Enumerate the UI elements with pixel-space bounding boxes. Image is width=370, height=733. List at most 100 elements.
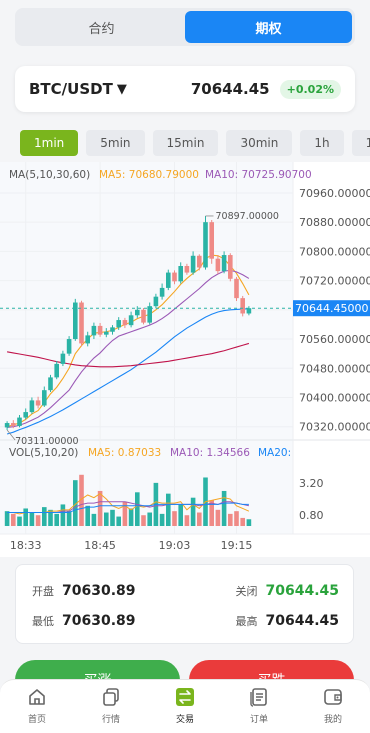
volume-bar bbox=[197, 512, 202, 526]
volume-bar bbox=[184, 515, 190, 526]
volume-bar bbox=[234, 511, 239, 526]
tab-contract[interactable]: 合约 bbox=[18, 11, 185, 43]
volume-bar bbox=[60, 504, 66, 526]
kline-chart[interactable]: 70960.00000 70880.00000 70800.00000 70720.0… bbox=[0, 162, 370, 557]
volume-bar bbox=[240, 517, 245, 526]
volume-bar bbox=[135, 492, 140, 526]
candle-body bbox=[203, 222, 208, 268]
volume-bar bbox=[91, 513, 97, 526]
price-tick-label: 70880.00000 bbox=[299, 216, 370, 229]
candle-body bbox=[166, 272, 171, 288]
low-value: 70630.89 bbox=[62, 613, 136, 629]
volume-bar bbox=[29, 512, 35, 526]
vol-ma10-value: MA10: 1.34566 bbox=[170, 447, 250, 459]
candle-body bbox=[240, 298, 245, 314]
nav-item-home[interactable]: 首页 bbox=[0, 680, 74, 733]
price-tick-label: 70800.00000 bbox=[299, 245, 370, 258]
contract-type-tabs: 合约 期权 bbox=[15, 8, 355, 46]
last-price-label: 70644.45000 bbox=[295, 302, 368, 315]
candle-body bbox=[66, 339, 72, 354]
candle-body bbox=[172, 272, 177, 282]
volume-bar bbox=[42, 507, 47, 526]
volume-tick-label: 0.80 bbox=[299, 509, 324, 522]
nav-label: 订单 bbox=[249, 715, 268, 725]
pair-selector[interactable]: BTC/USDT ▼ 70644.45 +0.02% bbox=[15, 66, 355, 112]
low-price-label: 70311.00000 bbox=[15, 436, 78, 447]
candle-body bbox=[48, 377, 53, 391]
candle-body bbox=[153, 296, 159, 307]
candle-body bbox=[141, 309, 146, 323]
volume-bar bbox=[54, 513, 59, 526]
time-tick-label: 18:45 bbox=[84, 539, 116, 552]
chevron-down-icon[interactable]: ▼ bbox=[117, 82, 127, 97]
ma-header-label: MA(5,10,30,60) bbox=[9, 169, 90, 181]
price-tick-label: 70480.00000 bbox=[299, 362, 370, 375]
volume-bar bbox=[104, 512, 109, 526]
volume-bar bbox=[85, 505, 90, 526]
high-stat: 最高 70644.45 bbox=[235, 613, 339, 629]
volume-bar bbox=[4, 511, 10, 526]
price-axis: 70960.00000 70880.00000 70800.00000 70720.0… bbox=[299, 187, 370, 522]
candle-body bbox=[221, 255, 227, 272]
candle-body bbox=[228, 255, 233, 279]
volume-bar bbox=[246, 519, 252, 526]
time-tick-label: 19:03 bbox=[159, 539, 191, 552]
open-label: 开盘 bbox=[32, 585, 54, 598]
interval-1h[interactable]: 1h bbox=[300, 130, 344, 156]
volume-bar bbox=[221, 490, 227, 526]
price-tick-label: 70320.00000 bbox=[299, 421, 370, 434]
candle-body bbox=[85, 335, 90, 344]
volume-bar bbox=[11, 513, 16, 526]
interval-30min[interactable]: 30min bbox=[226, 130, 293, 156]
candle-body bbox=[209, 222, 214, 259]
open-value: 70630.89 bbox=[62, 583, 136, 599]
high-price-label: 70897.00000 bbox=[216, 211, 279, 222]
candle-body bbox=[110, 327, 115, 332]
volume-bar bbox=[141, 515, 146, 526]
candle-body bbox=[135, 309, 140, 316]
price-tick-label: 70400.00000 bbox=[299, 391, 370, 404]
time-axis: 18:33 18:45 19:03 19:15 bbox=[10, 539, 253, 552]
candle-body bbox=[159, 287, 165, 297]
volume-bar bbox=[159, 513, 165, 526]
candle-body bbox=[122, 320, 128, 326]
interval-1min[interactable]: 1min bbox=[20, 130, 79, 156]
interval-1day[interactable]: 1day bbox=[351, 130, 370, 156]
volume-bar bbox=[110, 509, 115, 526]
interval-15min[interactable]: 15min bbox=[152, 130, 219, 156]
low-stat: 最低 70630.89 bbox=[32, 613, 136, 629]
candle-body bbox=[104, 331, 109, 335]
candle-body bbox=[11, 423, 16, 426]
price-tick-label: 70720.00000 bbox=[299, 275, 370, 288]
nav-label: 我的 bbox=[323, 715, 342, 725]
candle-body bbox=[246, 308, 252, 314]
close-value: 70644.45 bbox=[265, 583, 339, 599]
nav-label: 首页 bbox=[27, 715, 46, 725]
bottom-nav: 首页 行情 交易 订单 我的 bbox=[0, 679, 370, 733]
nav-label: 交易 bbox=[175, 715, 194, 725]
candle-body bbox=[184, 266, 190, 273]
nav-item-trade[interactable]: 交易 bbox=[148, 680, 222, 733]
time-tick-label: 19:15 bbox=[221, 539, 253, 552]
pair-price: 70644.45 bbox=[190, 80, 270, 98]
volume-bar bbox=[23, 508, 28, 526]
ma5-value: MA5: 70680.79000 bbox=[99, 169, 199, 181]
interval-5min[interactable]: 5min bbox=[86, 130, 145, 156]
candle-body bbox=[97, 325, 103, 335]
candle-body bbox=[197, 255, 202, 268]
nav-item-profile[interactable]: 我的 bbox=[296, 680, 370, 733]
vol-ma5-value: MA5: 0.87033 bbox=[88, 447, 161, 459]
high-value: 70644.45 bbox=[265, 613, 339, 629]
trade-icon bbox=[174, 686, 196, 708]
low-label: 最低 bbox=[32, 615, 54, 628]
change-badge: +0.02% bbox=[279, 79, 341, 99]
nav-item-orders[interactable]: 订单 bbox=[222, 680, 296, 733]
ohlc-card: 开盘 70630.89 关闭 70644.45 最低 70630.89 最高 7… bbox=[15, 564, 354, 644]
ma10-value: MA10: 70725.90700 bbox=[205, 169, 312, 181]
candle-body bbox=[91, 325, 97, 336]
candle-body bbox=[215, 258, 221, 272]
candle-body bbox=[178, 266, 183, 282]
nav-item-market[interactable]: 行情 bbox=[74, 680, 148, 733]
volume-bar bbox=[228, 513, 233, 526]
tab-options[interactable]: 期权 bbox=[185, 11, 352, 43]
